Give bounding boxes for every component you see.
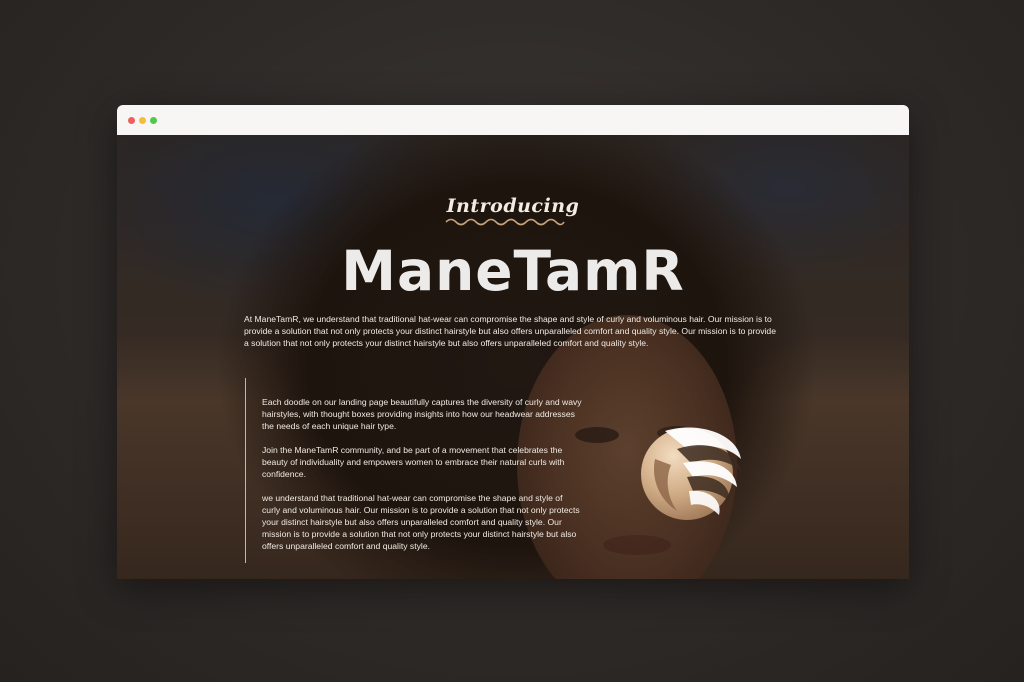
browser-title-bar (117, 105, 909, 136)
page-viewport: Introducing ManeTamR At ManeTamR, we und… (117, 135, 909, 579)
presentation-background: Introducing ManeTamR At ManeTamR, we und… (0, 0, 1024, 682)
paragraph-community: Join the ManeTamR community, and be part… (262, 445, 565, 479)
flowing-hair-logo-icon (641, 427, 741, 520)
close-window-button[interactable] (128, 117, 135, 124)
minimize-window-button[interactable] (139, 117, 146, 124)
brand-title: ManeTamR (341, 239, 685, 303)
paragraph-doodles: Each doodle on our landing page beautifu… (262, 397, 582, 431)
intro-paragraph: At ManeTamR, we understand that traditio… (244, 314, 776, 348)
content-column: Each doodle on our landing page beautifu… (262, 396, 582, 564)
vertical-divider (245, 378, 246, 563)
hero-eyebrow: Introducing (446, 195, 580, 217)
paragraph-mission: we understand that traditional hat-wear … (262, 493, 580, 551)
maximize-window-button[interactable] (150, 117, 157, 124)
squiggle-underline-icon (445, 218, 565, 226)
browser-window: Introducing ManeTamR At ManeTamR, we und… (117, 105, 909, 579)
